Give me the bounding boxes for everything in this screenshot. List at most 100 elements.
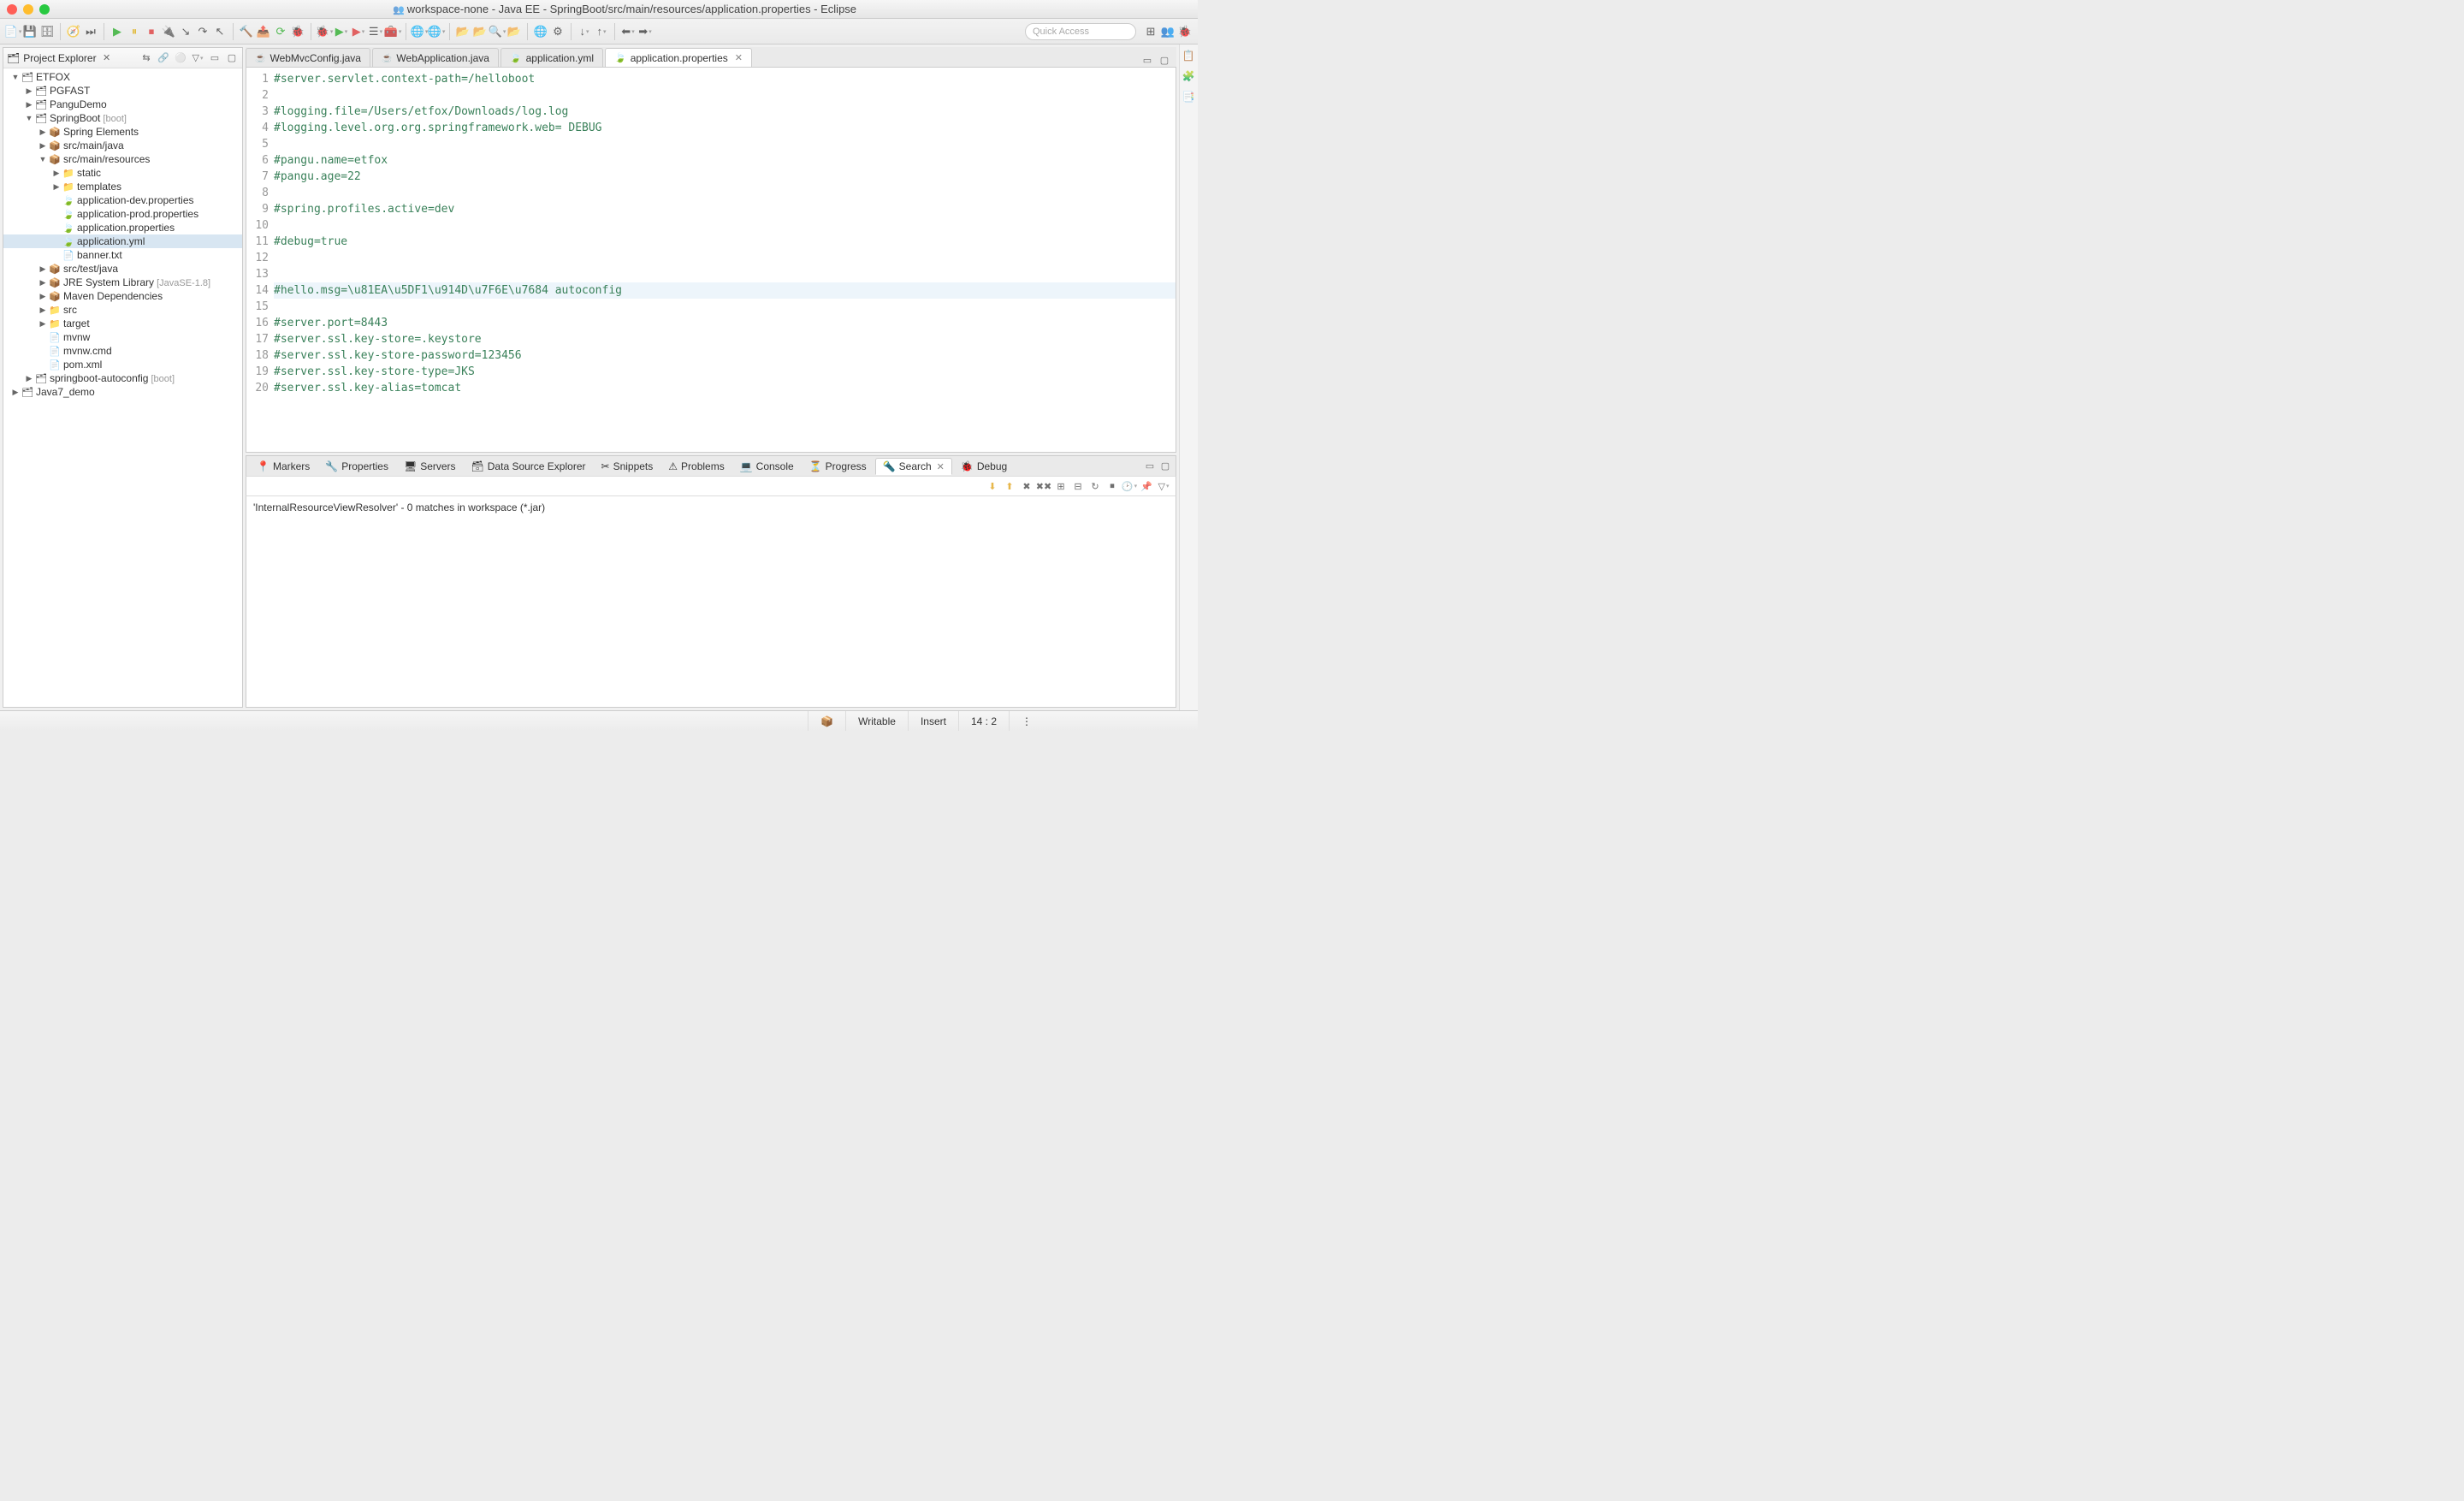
code-line[interactable]: #server.port=8443 bbox=[274, 315, 1176, 331]
cancel-search-button[interactable]: ⏹ bbox=[1105, 479, 1119, 493]
search-view-menu[interactable]: ▽ bbox=[1157, 479, 1170, 493]
tree-item[interactable]: ▶JRE System Library [JavaSE-1.8] bbox=[3, 276, 242, 289]
tree-item[interactable]: ▶target bbox=[3, 317, 242, 330]
twisty-icon[interactable]: ▶ bbox=[38, 292, 48, 301]
editor-tab[interactable]: application.yml bbox=[500, 48, 603, 67]
tree-item[interactable]: ▼ETFOX bbox=[3, 70, 242, 84]
project-tree[interactable]: ▼ETFOX▶PGFAST▶PanguDemo▼SpringBoot [boot… bbox=[3, 68, 242, 707]
open-perspective-button[interactable]: ⊞ bbox=[1143, 24, 1158, 39]
debug-button[interactable]: 🐞 bbox=[317, 24, 332, 39]
tree-item[interactable]: ▶src bbox=[3, 303, 242, 317]
disconnect-button[interactable]: 🔌 bbox=[161, 24, 176, 39]
step-into-button[interactable]: ↘ bbox=[178, 24, 193, 39]
code-line[interactable]: #pangu.name=etfox bbox=[274, 152, 1176, 169]
publish-button[interactable]: 📤 bbox=[256, 24, 271, 39]
step-over-button[interactable]: ↷ bbox=[195, 24, 210, 39]
code-line[interactable] bbox=[274, 87, 1176, 104]
save-button[interactable]: 💾 bbox=[22, 24, 38, 39]
twisty-icon[interactable]: ▼ bbox=[38, 155, 48, 163]
tree-item[interactable]: ▶springboot-autoconfig [boot] bbox=[3, 371, 242, 385]
code-line[interactable]: #server.ssl.key-store-type=JKS bbox=[274, 364, 1176, 380]
outline-trim-button[interactable]: 📋 bbox=[1182, 50, 1196, 63]
code-line[interactable]: #server.ssl.key-alias=tomcat bbox=[274, 380, 1176, 396]
open-type-button[interactable]: 📂 bbox=[455, 24, 471, 39]
web-browser-button[interactable]: 🌐 bbox=[533, 24, 548, 39]
bottom-tab[interactable]: 🔧Properties bbox=[318, 459, 395, 474]
link-editor-button[interactable]: 🔗 bbox=[157, 51, 170, 65]
editor-tab[interactable]: application.properties✕ bbox=[605, 48, 752, 67]
resume-button[interactable]: ▶ bbox=[110, 24, 125, 39]
back-button[interactable]: ⬅ bbox=[620, 24, 636, 39]
bottom-tab[interactable]: 📍Markers bbox=[250, 459, 317, 474]
tree-item[interactable]: ▶templates bbox=[3, 180, 242, 193]
new-button[interactable]: 📄 bbox=[5, 24, 21, 39]
expand-all-button[interactable]: ⊞ bbox=[1054, 479, 1068, 493]
twisty-icon[interactable]: ▶ bbox=[38, 319, 48, 329]
code-line[interactable] bbox=[274, 250, 1176, 266]
maximize-bottom-button[interactable]: ▢ bbox=[1158, 460, 1172, 473]
twisty-icon[interactable]: ▶ bbox=[38, 264, 48, 274]
new-server-button[interactable]: 🌐 bbox=[412, 24, 427, 39]
remove-match-button[interactable]: ✖ bbox=[1020, 479, 1034, 493]
minimap-trim-button[interactable]: 📑 bbox=[1182, 91, 1196, 104]
code-line[interactable]: #debug=true bbox=[274, 234, 1176, 250]
coverage-button[interactable]: ☰ bbox=[368, 24, 383, 39]
maximize-view-button[interactable]: ▢ bbox=[225, 51, 239, 65]
suspend-button[interactable]: ⏸ bbox=[127, 24, 142, 39]
minimize-view-button[interactable]: ▭ bbox=[208, 51, 222, 65]
tree-item[interactable]: ▼src/main/resources bbox=[3, 152, 242, 166]
code-line[interactable]: #hello.msg=\u81EA\u5DF1\u914D\u7F6E\u768… bbox=[274, 282, 1176, 299]
prev-annotation-button[interactable]: ↑ bbox=[594, 24, 609, 39]
twisty-icon[interactable]: ▼ bbox=[10, 73, 21, 81]
tree-item[interactable]: application-prod.properties bbox=[3, 207, 242, 221]
tree-item[interactable]: ▶PGFAST bbox=[3, 84, 242, 98]
toggle-breadcrumb-button[interactable]: 🧭 bbox=[66, 24, 81, 39]
code-lines[interactable]: #server.servlet.context-path=/helloboot#… bbox=[272, 68, 1176, 452]
tree-item[interactable]: application.properties bbox=[3, 221, 242, 234]
profile-server-button[interactable]: 🐞 bbox=[290, 24, 305, 39]
restart-server-button[interactable]: ⟳ bbox=[273, 24, 288, 39]
twisty-icon[interactable]: ▶ bbox=[51, 169, 62, 178]
new-web-button[interactable]: 🌐 bbox=[429, 24, 444, 39]
task-list-trim-button[interactable]: 🧩 bbox=[1182, 70, 1196, 84]
status-menu-icon[interactable]: ⋮ bbox=[1009, 711, 1044, 731]
tree-item[interactable]: application.yml bbox=[3, 234, 242, 248]
code-line[interactable] bbox=[274, 185, 1176, 201]
tree-item[interactable]: pom.xml bbox=[3, 358, 242, 371]
twisty-icon[interactable]: ▶ bbox=[38, 278, 48, 288]
run-again-button[interactable]: ↻ bbox=[1088, 479, 1102, 493]
bottom-tab[interactable]: ⏳Progress bbox=[803, 459, 874, 474]
editor-tab[interactable]: WebMvcConfig.java bbox=[246, 48, 370, 67]
twisty-icon[interactable]: ▶ bbox=[24, 374, 34, 383]
code-line[interactable]: #logging.level.org.org.springframework.w… bbox=[274, 120, 1176, 136]
save-all-button[interactable]: 🗄 bbox=[39, 24, 55, 39]
close-tab-icon[interactable]: ✕ bbox=[937, 461, 945, 472]
close-window-button[interactable] bbox=[7, 4, 17, 15]
code-line[interactable]: #server.ssl.key-store=.keystore bbox=[274, 331, 1176, 347]
external-tools-button[interactable]: 🧰 bbox=[385, 24, 400, 39]
collapse-all-button[interactable]: ⇆ bbox=[139, 51, 153, 65]
tree-item[interactable]: ▼SpringBoot [boot] bbox=[3, 111, 242, 125]
forward-button[interactable]: ➡ bbox=[637, 24, 653, 39]
code-line[interactable]: #server.ssl.key-store-password=123456 bbox=[274, 347, 1176, 364]
tree-item[interactable]: application-dev.properties bbox=[3, 193, 242, 207]
code-editor[interactable]: 1234567891011121314151617181920 #server.… bbox=[246, 68, 1176, 453]
run-last-button[interactable]: ▶ bbox=[351, 24, 366, 39]
build-button[interactable]: 🔨 bbox=[239, 24, 254, 39]
quick-access-input[interactable]: Quick Access bbox=[1025, 23, 1136, 40]
twisty-icon[interactable]: ▼ bbox=[24, 114, 34, 122]
code-line[interactable]: #pangu.age=22 bbox=[274, 169, 1176, 185]
bottom-tab[interactable]: 🗃Data Source Explorer bbox=[465, 459, 593, 474]
zoom-window-button[interactable] bbox=[39, 4, 50, 15]
twisty-icon[interactable]: ▶ bbox=[24, 100, 34, 110]
remove-all-button[interactable]: ✖✖ bbox=[1037, 479, 1051, 493]
code-line[interactable]: #logging.file=/Users/etfox/Downloads/log… bbox=[274, 104, 1176, 120]
terminate-button[interactable]: ⏹ bbox=[144, 24, 159, 39]
editor-tab[interactable]: WebApplication.java bbox=[372, 48, 499, 67]
bottom-tab[interactable]: 🔦Search✕ bbox=[875, 458, 952, 475]
bottom-tab[interactable]: 🖥Servers bbox=[397, 459, 463, 474]
minimize-bottom-button[interactable]: ▭ bbox=[1143, 460, 1157, 473]
view-close-icon[interactable]: ✕ bbox=[100, 51, 114, 65]
minimize-editor-button[interactable]: ▭ bbox=[1140, 53, 1154, 67]
tree-item[interactable]: mvnw.cmd bbox=[3, 344, 242, 358]
